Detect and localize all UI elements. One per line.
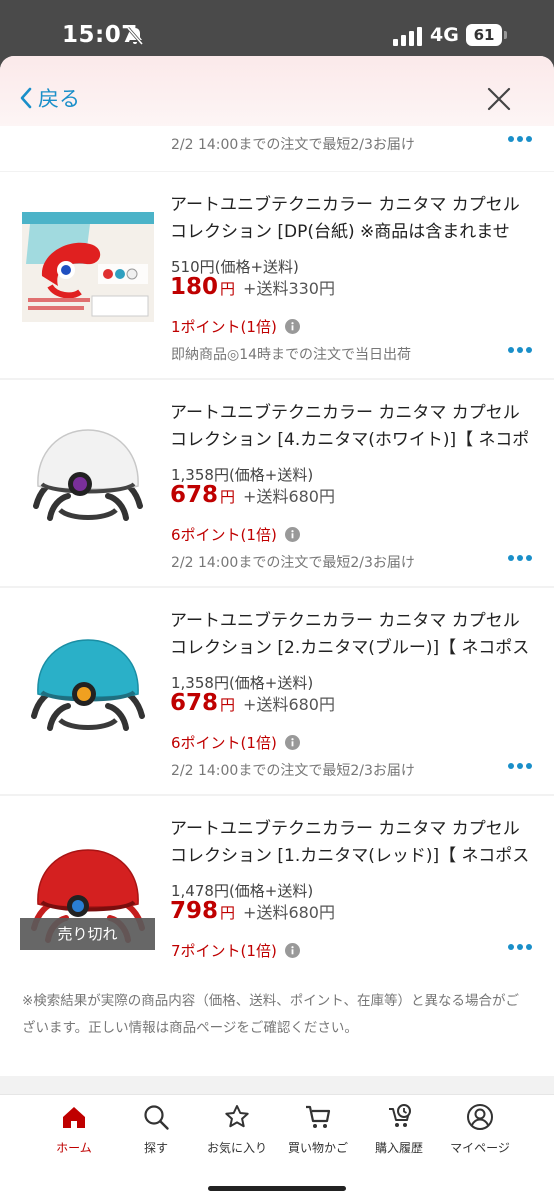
list-item[interactable]: アートユニブテクニカラー カニタマ カプセルコレクション [2.カニタマ(ブルー…	[0, 588, 554, 794]
more-options-button[interactable]	[508, 553, 534, 563]
battery-indicator: 61	[466, 24, 502, 46]
tab-label: 買い物かご	[287, 1141, 348, 1155]
back-button[interactable]: 戻る	[18, 84, 80, 112]
history-icon	[389, 1104, 411, 1127]
points-label: 6ポイント(1倍)	[171, 734, 277, 752]
points-label: 6ポイント(1倍)	[171, 526, 277, 544]
tab-purchase-history[interactable]: 購入履歴	[359, 1103, 439, 1163]
tab-favorites[interactable]: お気に入り	[197, 1103, 277, 1163]
points-label: 7ポイント(1倍)	[171, 942, 277, 960]
tab-home[interactable]: ホーム	[34, 1103, 114, 1163]
delivery-info: 2/2 14:00までの注文で最短2/3お届け	[171, 555, 415, 571]
back-label: 戻る	[38, 87, 80, 111]
tab-label: 探す	[143, 1141, 168, 1155]
shipping-fee: +送料680円	[243, 487, 335, 506]
product-name[interactable]: アートユニブテクニカラー カニタマ カプセルコレクション [4.カニタマ(ホワイ…	[170, 400, 534, 454]
product-image-white-crab[interactable]	[20, 414, 156, 550]
delivery-info: 2/2 14:00までの注文で最短2/3お届け	[171, 763, 415, 779]
more-options-button[interactable]	[508, 942, 534, 952]
shipping-fee: +送料680円	[243, 903, 335, 922]
product-image-backing-card[interactable]	[20, 206, 156, 342]
info-icon[interactable]	[284, 527, 300, 542]
shipping-fee: +送料330円	[243, 279, 335, 298]
yen-unit: 円	[220, 280, 236, 298]
status-bar: 15:07 4G 61	[0, 0, 554, 56]
battery-cap	[504, 31, 507, 39]
tab-cart[interactable]: 買い物かご	[278, 1103, 358, 1163]
price: 180	[170, 274, 219, 300]
price-row: 678 円 +送料680円	[170, 690, 335, 724]
shipping-fee: +送料680円	[243, 695, 335, 714]
price-row: 678 円 +送料680円	[170, 482, 335, 516]
more-options-button[interactable]	[508, 761, 534, 771]
list-item-partial[interactable]: 2/2 14:00までの注文で最短2/3お届け	[0, 126, 554, 171]
delivery-info: 即納商品◎14時までの注文で当日出荷	[171, 347, 412, 363]
network-label: 4G	[430, 24, 459, 46]
list-item[interactable]: 売り切れ アートユニブテクニカラー カニタマ カプセルコレクション [1.カニタ…	[0, 796, 554, 976]
points-label: 1ポイント(1倍)	[171, 318, 277, 336]
tab-label: マイページ	[450, 1141, 510, 1155]
info-icon[interactable]	[284, 319, 300, 334]
price: 798	[170, 898, 219, 924]
product-name[interactable]: アートユニブテクニカラー カニタマ カプセルコレクション [DP(台紙) ※商品…	[170, 192, 534, 246]
cart-icon	[306, 1105, 331, 1128]
yen-unit: 円	[220, 904, 236, 922]
more-options-button[interactable]	[508, 345, 534, 355]
price: 678	[170, 690, 219, 716]
user-icon	[467, 1104, 493, 1130]
points: 6ポイント(1倍)	[171, 524, 300, 545]
points: 6ポイント(1倍)	[171, 732, 300, 753]
tab-search[interactable]: 探す	[116, 1103, 196, 1163]
signal-icon	[393, 27, 422, 46]
list-item[interactable]: アートユニブテクニカラー カニタマ カプセルコレクション [DP(台紙) ※商品…	[0, 172, 554, 378]
tab-label: お気に入り	[206, 1141, 267, 1155]
list-item[interactable]: アートユニブテクニカラー カニタマ カプセルコレクション [4.カニタマ(ホワイ…	[0, 380, 554, 586]
tab-label: ホーム	[56, 1141, 92, 1155]
star-icon	[225, 1105, 249, 1128]
price-row: 798 円 +送料680円	[170, 898, 335, 932]
more-options-button[interactable]	[508, 134, 534, 144]
yen-unit: 円	[220, 696, 236, 714]
disclaimer-text: ※検索結果が実際の商品内容（価格、送料、ポイント、在庫等）と異なる場合がございま…	[0, 976, 554, 1076]
product-name[interactable]: アートユニブテクニカラー カニタマ カプセルコレクション [1.カニタマ(レッド…	[170, 816, 534, 870]
points: 7ポイント(1倍)	[171, 940, 300, 961]
home-icon	[63, 1107, 85, 1128]
close-icon[interactable]	[486, 86, 512, 112]
bell-slash-icon	[126, 27, 144, 45]
product-name[interactable]: アートユニブテクニカラー カニタマ カプセルコレクション [2.カニタマ(ブルー…	[170, 608, 534, 662]
chevron-left-icon	[20, 87, 32, 109]
bottom-sheet: 戻る 2/2 14:00までの注文で最短2/3お届け アートユニブテクニカラー …	[0, 56, 554, 1200]
tab-my-page[interactable]: マイページ	[440, 1103, 520, 1163]
yen-unit: 円	[220, 488, 236, 506]
home-indicator	[208, 1186, 346, 1191]
points: 1ポイント(1倍)	[171, 316, 300, 337]
sheet-header: 戻る	[0, 56, 554, 126]
delivery-info: 2/2 14:00までの注文で最短2/3お届け	[171, 137, 415, 153]
search-icon	[144, 1105, 169, 1130]
tab-label: 購入履歴	[374, 1141, 423, 1155]
sold-out-badge: 売り切れ	[20, 918, 155, 950]
info-icon[interactable]	[284, 735, 300, 750]
info-icon[interactable]	[284, 943, 300, 958]
tab-bar: ホーム 探す お気に入り 買い物かご 購入履歴 マイページ	[0, 1094, 554, 1200]
product-image-blue-crab[interactable]	[20, 622, 156, 758]
price-row: 180 円 +送料330円	[170, 274, 335, 308]
price: 678	[170, 482, 219, 508]
